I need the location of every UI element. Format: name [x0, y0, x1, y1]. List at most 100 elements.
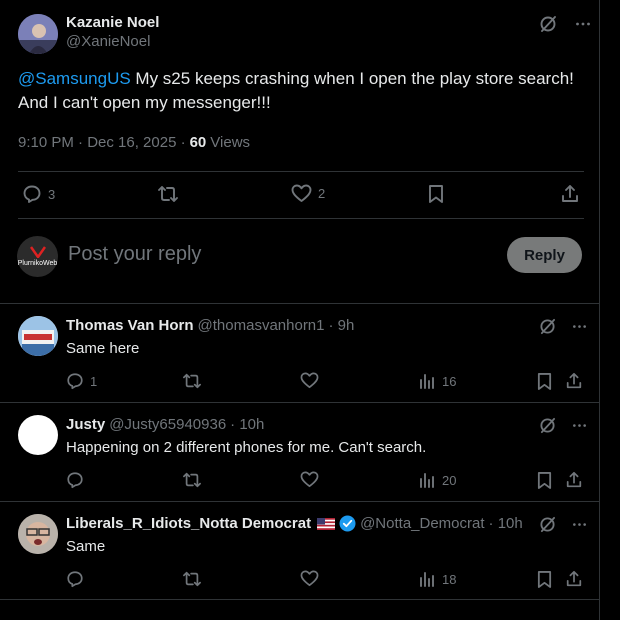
share-icon: [565, 570, 583, 588]
bookmark-action[interactable]: [427, 184, 445, 204]
author-avatar[interactable]: [18, 14, 58, 54]
author-name[interactable]: Kazanie Noel: [66, 14, 159, 31]
like-action[interactable]: [300, 471, 319, 488]
share-action[interactable]: [565, 471, 583, 489]
reply-author-handle[interactable]: @Justy65940936: [109, 416, 226, 433]
bookmark-action[interactable]: [536, 471, 553, 490]
more-options-icon[interactable]: [572, 418, 587, 433]
reply-icon: [66, 570, 84, 588]
more-options-icon[interactable]: [572, 517, 587, 532]
heart-icon: [300, 570, 319, 587]
tweet-meta: 9:10 PM · Dec 16, 2025 · 60 Views: [18, 134, 250, 151]
views-count: 16: [442, 373, 457, 389]
analytics-icon: [418, 372, 436, 390]
views-count: 18: [442, 571, 457, 587]
tweet-text-line2: And I can't open my messenger!!!: [18, 93, 271, 112]
repost-action[interactable]: [182, 570, 202, 588]
composer-avatar: PlurnikoWeb: [17, 236, 58, 277]
reply-item[interactable]: Thomas Van Horn @thomasvanhorn1 · 9h Sam…: [0, 303, 600, 402]
grok-icon[interactable]: [539, 417, 556, 434]
reply-header-icons: [539, 417, 587, 434]
reply-action-bar: 20: [66, 471, 586, 491]
share-action[interactable]: [560, 184, 580, 204]
reply-header-icons: [539, 318, 587, 335]
reply-action[interactable]: 3: [22, 184, 55, 204]
avatar-photo: [18, 14, 58, 54]
bookmark-action[interactable]: [536, 570, 553, 589]
reply-author-handle[interactable]: @Notta_Democrat: [360, 515, 484, 532]
reply-action-bar: 18: [66, 570, 586, 590]
repost-action[interactable]: [182, 372, 202, 390]
repost-icon: [157, 184, 179, 204]
reply-author-name[interactable]: Justy: [66, 416, 105, 433]
share-action[interactable]: [565, 570, 583, 588]
logo-mark: [29, 246, 46, 258]
reply-time[interactable]: · 9h: [329, 317, 355, 334]
share-icon: [560, 184, 580, 204]
repost-action[interactable]: [157, 184, 179, 204]
repost-icon: [182, 471, 202, 489]
us-flag-icon: [317, 517, 336, 530]
views-count: 20: [442, 472, 457, 488]
bookmark-icon: [427, 184, 445, 204]
grok-icon[interactable]: [539, 15, 557, 33]
views-label: Views: [210, 134, 251, 151]
bookmark-icon: [536, 471, 553, 490]
author-block: Kazanie Noel @XanieNoel: [66, 14, 159, 50]
verified-badge-icon[interactable]: [339, 515, 356, 532]
heart-icon: [300, 471, 319, 488]
avatar-photo: [18, 316, 58, 356]
reply-button[interactable]: Reply: [507, 237, 582, 273]
divider: [18, 218, 584, 219]
tweet-text: @SamsungUS My s25 keeps crashing when I …: [18, 67, 588, 115]
reply-avatar[interactable]: [18, 316, 58, 356]
reply-item[interactable]: Liberals_R_Idiots_Notta Democrat @Notta_…: [0, 501, 600, 600]
reply-action[interactable]: [66, 570, 84, 588]
bookmark-action[interactable]: [536, 372, 553, 391]
reply-author-handle[interactable]: @thomasvanhorn1: [198, 317, 325, 334]
main-header-icons: [539, 15, 591, 33]
repost-icon: [182, 372, 202, 390]
right-gutter: [601, 0, 620, 620]
reply-count: 1: [90, 373, 98, 389]
reply-header: Justy @Justy65940936 · 10h: [66, 416, 264, 433]
reply-input[interactable]: Post your reply: [68, 243, 201, 266]
tweet-text-line1: My s25 keeps crashing when I open the pl…: [130, 69, 574, 88]
bookmark-icon: [536, 570, 553, 589]
reply-header-icons: [539, 516, 587, 533]
reply-author-name[interactable]: Thomas Van Horn: [66, 317, 194, 334]
reply-avatar[interactable]: [18, 415, 58, 455]
reply-icon: [66, 372, 84, 390]
analytics-icon: [418, 570, 436, 588]
reply-header: Thomas Van Horn @thomasvanhorn1 · 9h: [66, 317, 354, 334]
views-action[interactable]: 18: [418, 570, 456, 588]
more-options-icon[interactable]: [572, 319, 587, 334]
tweet-timestamp[interactable]: 9:10 PM · Dec 16, 2025 ·: [18, 134, 186, 151]
views-action[interactable]: 20: [418, 471, 456, 489]
heart-icon: [291, 184, 312, 203]
reply-time[interactable]: · 10h: [489, 515, 523, 532]
reply-item[interactable]: Justy @Justy65940936 · 10h Happening on …: [0, 402, 600, 501]
views-action[interactable]: 16: [418, 372, 456, 390]
author-handle[interactable]: @XanieNoel: [66, 33, 159, 50]
more-options-icon[interactable]: [575, 16, 591, 32]
share-icon: [565, 372, 583, 390]
reply-author-name[interactable]: Liberals_R_Idiots_Notta Democrat: [66, 515, 311, 532]
bookmark-icon: [536, 372, 553, 391]
like-action[interactable]: [300, 372, 319, 389]
share-action[interactable]: [565, 372, 583, 390]
reply-text: Same here: [66, 340, 140, 357]
reply-action[interactable]: [66, 471, 84, 489]
composer-avatar-text: PlurnikoWeb: [17, 260, 58, 267]
reply-time[interactable]: · 10h: [230, 416, 264, 433]
like-action[interactable]: 2: [291, 184, 325, 203]
mention-link[interactable]: @SamsungUS: [18, 69, 131, 88]
grok-icon[interactable]: [539, 516, 556, 533]
reply-action[interactable]: 1: [66, 372, 97, 390]
reply-count: 3: [48, 186, 56, 202]
grok-icon[interactable]: [539, 318, 556, 335]
repost-action[interactable]: [182, 471, 202, 489]
share-icon: [565, 471, 583, 489]
like-action[interactable]: [300, 570, 319, 587]
reply-avatar[interactable]: [18, 514, 58, 554]
